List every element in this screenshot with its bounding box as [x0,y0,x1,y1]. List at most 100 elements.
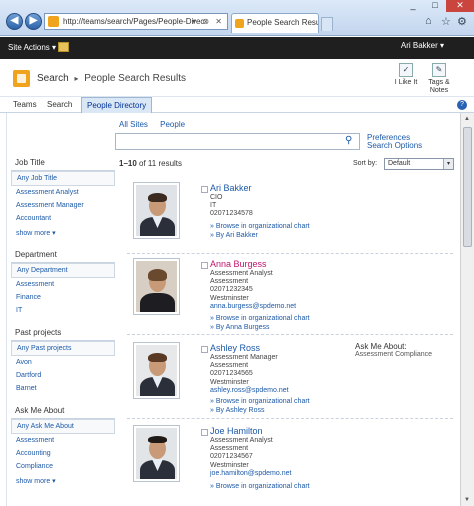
refiner-item[interactable]: Assessment Manager [11,199,115,212]
refiner-heading-ask-me-about: Ask Me About [11,403,115,419]
person-email[interactable]: anna.burgess@spdemo.net [210,303,296,311]
search-icon[interactable]: ⚲ [345,136,356,147]
nav-teams[interactable]: Teams [8,97,42,113]
navigate-up-icon[interactable] [58,42,69,52]
browser-window: _ □ ✕ ◀ ▶ http://teams/search/Pages/Peop… [0,0,474,506]
person-department: IT [210,202,217,210]
help-icon[interactable]: ? [457,100,467,110]
search-input[interactable]: ⚲ [115,133,360,150]
profile-photo[interactable] [133,425,180,482]
person-title: Assessment Analyst [210,437,273,444]
breadcrumb: Search ▸ People Search Results [37,73,186,84]
person-phone: 02071234578 [210,210,253,218]
refiner-any-job-title[interactable]: Any Job Title [11,171,115,186]
refiner-item[interactable]: Finance [11,291,115,304]
refiner-item[interactable]: IT [11,304,115,317]
person-name[interactable]: Ari Bakker [210,183,252,193]
results-range: 1–10 [119,159,137,168]
nav-people-directory[interactable]: People Directory [81,97,153,113]
minimize-button[interactable]: _ [402,0,424,12]
ask-me-about-values[interactable]: Assessment Compliance [355,351,432,358]
new-tab-button[interactable] [321,17,333,31]
ask-me-about-label: Ask Me About: [355,342,407,351]
person-name[interactable]: Joe Hamilton [210,426,263,436]
person-title: Assessment Manager [210,354,278,361]
show-more-link[interactable]: show more ▾ [11,473,115,489]
results-count: 1–10 of 11 results [119,159,182,168]
profile-photo[interactable] [133,342,180,399]
browse-org-chart-link[interactable]: » Browse in organizational chart [210,398,310,405]
person-email[interactable]: ashley.ross@spdemo.net [210,387,289,395]
refiner-any-department[interactable]: Any Department [11,263,115,278]
page-title: People Search Results [84,73,186,84]
presence-icon [201,346,208,353]
breadcrumb-root[interactable]: Search [37,73,69,84]
refiner-item[interactable]: Compliance [11,460,115,473]
person-name[interactable]: Anna Burgess [210,259,267,269]
result-divider [127,334,453,335]
i-like-it-button[interactable]: ✓ I Like It [392,63,420,86]
scope-all-sites[interactable]: All Sites [119,120,148,129]
search-scopes: All Sites People [119,120,195,129]
profile-photo[interactable] [133,258,180,315]
nav-search[interactable]: Search [42,97,77,113]
window-controls: _ □ ✕ [402,0,474,12]
tags-notes-button[interactable]: ✎ Tags & Notes [424,63,454,95]
results-total: of 11 results [139,159,183,168]
scrollbar-thumb[interactable] [463,127,472,247]
scroll-up-icon[interactable]: ▲ [464,116,470,122]
vertical-scrollbar[interactable]: ▲ ▼ [460,113,474,506]
by-person-link[interactable]: » By Anna Burgess [210,324,270,331]
search-options-link[interactable]: Search Options [367,142,422,150]
forward-button[interactable]: ▶ [25,13,42,30]
browse-org-chart-link[interactable]: » Browse in organizational chart [210,223,310,230]
refinement-panel: Job Title Any Job Title Assessment Analy… [11,152,115,489]
person-office: Westminster [210,378,249,386]
refiner-heading-past-projects: Past projects [11,325,115,341]
refiner-item[interactable]: Assessment [11,434,115,447]
person-name[interactable]: Ashley Ross [210,343,260,353]
close-window-button[interactable]: ✕ [446,0,474,12]
refiner-item[interactable]: Assessment [11,278,115,291]
profile-photo[interactable] [133,182,180,239]
sort-by-value: Default [388,160,411,167]
scroll-down-icon[interactable]: ▼ [464,497,470,503]
tools-gear-icon[interactable]: ⚙ [457,15,467,28]
result-divider [127,253,453,254]
refiner-item[interactable]: Assessment Analyst [11,186,115,199]
person-department: Assessment [210,278,249,286]
by-person-link[interactable]: » By Ari Bakker [210,232,258,239]
refiner-item[interactable]: Avon [11,356,115,369]
person-details: Assessment Analyst Assessment 0207123456… [210,437,291,478]
person-title: Assessment Analyst [210,270,273,277]
show-more-link[interactable]: show more ▾ [11,225,115,241]
tab-title: People Search Results : [247,18,318,27]
browser-tab[interactable]: People Search Results : [231,13,319,33]
thumbs-up-icon: ✓ [399,63,413,77]
address-bar[interactable]: http://teams/search/Pages/People-Direc ▾… [44,13,228,30]
tab-favicon-icon [235,19,244,28]
favorites-star-icon[interactable]: ☆ [441,15,451,28]
person-phone: 02071234567 [210,453,253,461]
browse-org-chart-link[interactable]: » Browse in organizational chart [210,483,310,490]
address-controls[interactable]: ▾ ⊗ ✕ [192,14,224,29]
person-phone: 02071234565 [210,370,253,378]
person-office: Westminster [210,294,249,302]
by-person-link[interactable]: » By Ashley Ross [210,407,264,414]
user-menu[interactable]: Ari Bakker ▾ [401,41,444,50]
person-email[interactable]: joe.hamilton@spdemo.net [210,470,291,478]
browse-org-chart-link[interactable]: » Browse in organizational chart [210,315,310,322]
refiner-item[interactable]: Dartford [11,369,115,382]
refiner-any-past-projects[interactable]: Any Past projects [11,341,115,356]
back-button[interactable]: ◀ [6,13,23,30]
refiner-item[interactable]: Accountant [11,212,115,225]
home-icon[interactable]: ⌂ [425,15,432,27]
refiner-item[interactable]: Barnet [11,382,115,395]
maximize-button[interactable]: □ [424,0,446,12]
sort-by-select[interactable]: Default ▾ [384,158,454,170]
scope-people[interactable]: People [160,120,185,129]
site-logo-icon[interactable] [13,70,30,87]
site-actions-menu[interactable]: Site Actions ▾ [8,43,56,52]
refiner-item[interactable]: Accounting [11,447,115,460]
refiner-any-ask-me-about[interactable]: Any Ask Me About [11,419,115,434]
